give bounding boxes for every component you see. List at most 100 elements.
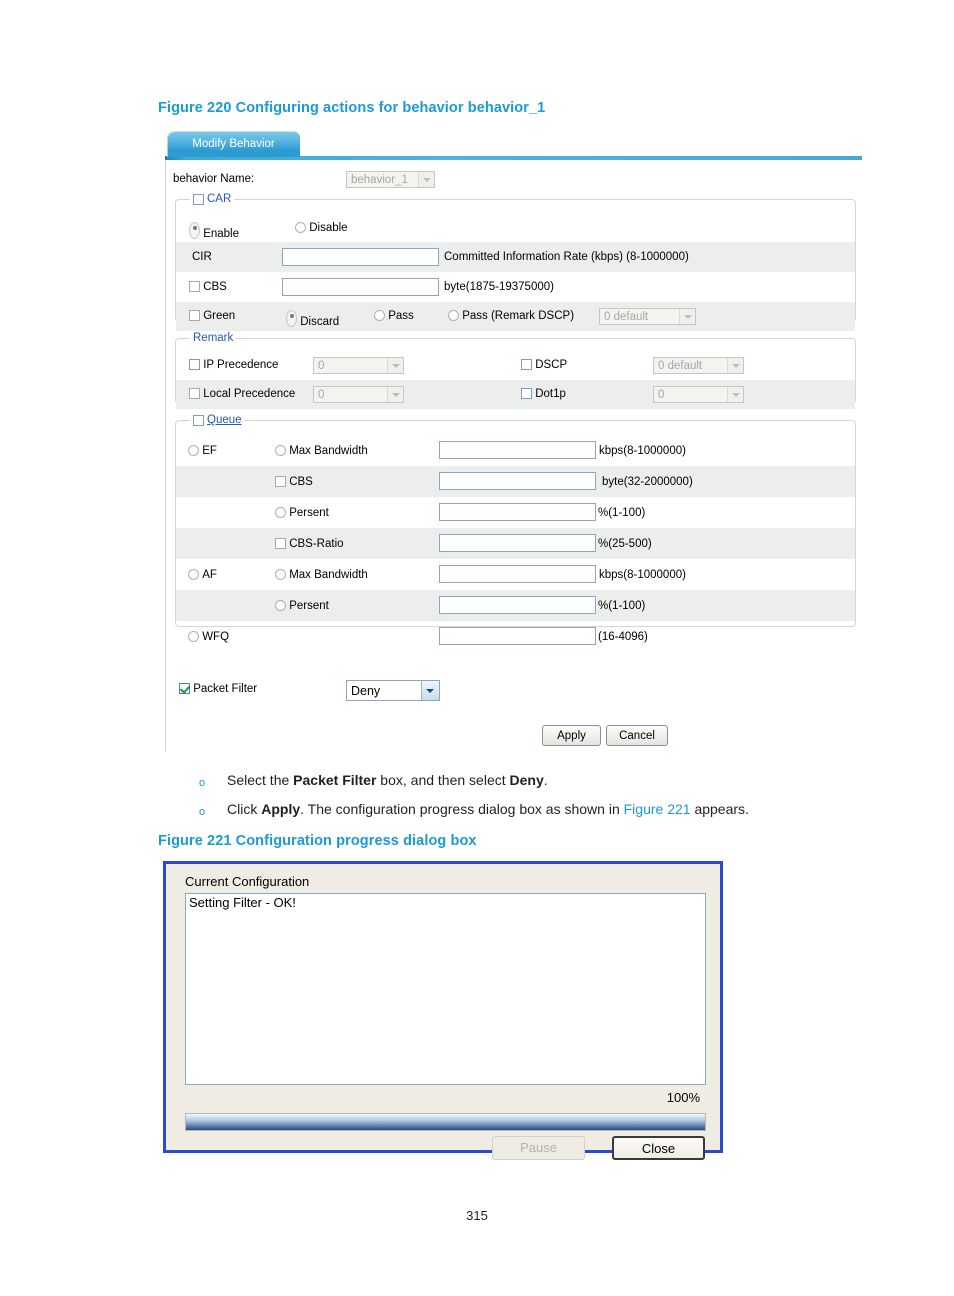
queue-af-maxbw-radio[interactable] [275, 569, 286, 580]
dscp-select[interactable]: 0 default [653, 357, 744, 374]
packet-filter-select[interactable]: Deny [346, 680, 440, 701]
car-disable-label: Disable [309, 222, 348, 234]
progress-percent-label: 100% [666, 1090, 700, 1105]
queue-ef-cbsratio-input[interactable] [439, 534, 596, 552]
queue-ef-persent-radio-wrap[interactable]: Persent [275, 507, 329, 520]
car-discard-label: Discard [300, 316, 340, 328]
figure-221-link[interactable]: Figure 221 [624, 801, 691, 817]
instruction-2-text-2: Apply [261, 801, 301, 817]
remark-legend: Remark [190, 332, 236, 344]
chevron-down-icon [387, 387, 403, 402]
queue-af-persent-radio-wrap[interactable]: Persent [275, 600, 329, 613]
queue-af-maxbw-input[interactable] [439, 565, 596, 583]
packet-filter-checkbox-wrap[interactable]: Packet Filter [179, 683, 257, 696]
queue-wfq-input[interactable] [439, 627, 596, 645]
pause-button[interactable]: Pause [492, 1136, 585, 1160]
car-dscp-select[interactable]: 0 default [599, 308, 696, 325]
queue-ef-cbsratio-checkbox-wrap[interactable]: CBS-Ratio [275, 538, 344, 551]
car-pass-remark-radio[interactable] [448, 310, 459, 321]
chevron-down-icon [679, 309, 695, 324]
local-precedence-checkbox[interactable] [189, 388, 200, 399]
cancel-button[interactable]: Cancel [606, 725, 668, 746]
car-discard-radio[interactable] [286, 310, 297, 327]
car-green-label: Green [203, 310, 236, 322]
queue-ef-maxbw-radio-wrap[interactable]: Max Bandwidth [275, 445, 368, 458]
panel-body: behavior Name: behavior_1 CAR Enable Dis… [165, 160, 862, 751]
queue-af-radio[interactable] [188, 569, 199, 580]
figure-221-caption: Figure 221 Configuration progress dialog… [158, 833, 477, 849]
queue-ef-cbs-input[interactable] [439, 472, 596, 490]
queue-af-maxbw-radio-wrap[interactable]: Max Bandwidth [275, 569, 368, 582]
car-discard-radio-wrap[interactable]: Discard [286, 310, 339, 329]
dialog-title: Current Configuration [185, 874, 310, 889]
tab-modify-behavior[interactable]: Modify Behavior [167, 131, 300, 157]
queue-ef-maxbw-input[interactable] [439, 441, 596, 459]
car-cir-input[interactable] [282, 248, 439, 266]
dot1p-label: Dot1p [535, 388, 566, 400]
queue-ef-label: EF [202, 445, 217, 457]
apply-button[interactable]: Apply [542, 725, 601, 746]
queue-ef-persent-radio[interactable] [275, 507, 286, 518]
remark-fieldset: Remark IP Precedence 0 DSCP 0 default Lo… [175, 332, 856, 409]
car-disable-radio-wrap[interactable]: Disable [295, 222, 348, 235]
close-button[interactable]: Close [612, 1136, 705, 1160]
instruction-2-text-1: Click [227, 801, 262, 817]
car-pass-radio[interactable] [374, 310, 385, 321]
queue-af-radio-wrap[interactable]: AF [188, 569, 217, 582]
chevron-down-icon [387, 358, 403, 373]
bullet-marker-2: o [199, 806, 206, 818]
queue-af-maxbw-row: AF Max Bandwidth kbps(8-1000000) [176, 559, 855, 590]
queue-ef-cbsratio-checkbox[interactable] [275, 538, 286, 549]
queue-ef-cbs-checkbox-wrap[interactable]: CBS [275, 476, 313, 489]
dscp-checkbox[interactable] [521, 359, 532, 370]
car-enable-radio-wrap[interactable]: Enable [189, 222, 239, 241]
queue-ef-persent-hint: %(1-100) [598, 507, 646, 519]
car-pass-radio-wrap[interactable]: Pass [374, 310, 414, 323]
remark-row-2: Local Precedence 0 Dot1p 0 [176, 380, 855, 409]
dot1p-checkbox-wrap[interactable]: Dot1p [521, 388, 566, 401]
car-pass-label: Pass [388, 310, 414, 322]
car-green-checkbox-wrap[interactable]: Green [189, 310, 235, 323]
chevron-down-icon [421, 681, 439, 700]
packet-filter-checkbox[interactable] [179, 683, 190, 694]
dot1p-select[interactable]: 0 [653, 386, 744, 403]
car-checkbox[interactable] [193, 193, 204, 205]
queue-wfq-radio[interactable] [188, 631, 199, 642]
remark-row-1: IP Precedence 0 DSCP 0 default [176, 351, 855, 380]
configuration-log-textarea[interactable]: Setting Filter - OK! [185, 893, 706, 1085]
queue-checkbox[interactable] [193, 414, 204, 426]
ip-precedence-select[interactable]: 0 [313, 357, 404, 374]
queue-wfq-radio-wrap[interactable]: WFQ [188, 631, 229, 644]
queue-ef-radio[interactable] [188, 445, 199, 456]
car-cbs-checkbox-wrap[interactable]: CBS [189, 281, 227, 294]
ip-precedence-checkbox-wrap[interactable]: IP Precedence [189, 359, 278, 372]
car-enable-radio[interactable] [189, 222, 200, 239]
instruction-line-1: Select the Packet Filter box, and then s… [227, 772, 548, 788]
dot1p-checkbox[interactable] [521, 388, 532, 399]
car-cbs-checkbox[interactable] [189, 281, 200, 292]
dot1p-select-value: 0 [658, 389, 665, 401]
car-dscp-select-value: 0 default [604, 311, 649, 323]
car-green-checkbox[interactable] [189, 310, 200, 321]
queue-af-persent-radio[interactable] [275, 600, 286, 611]
car-cbs-input[interactable] [282, 278, 439, 296]
dscp-checkbox-wrap[interactable]: DSCP [521, 359, 567, 372]
behavior-name-select[interactable]: behavior_1 [346, 171, 435, 188]
local-precedence-select[interactable]: 0 [313, 386, 404, 403]
queue-ef-radio-wrap[interactable]: EF [188, 445, 217, 458]
car-disable-radio[interactable] [295, 222, 306, 233]
car-pass-remark-radio-wrap[interactable]: Pass (Remark DSCP) [448, 310, 574, 323]
queue-ef-maxbw-radio[interactable] [275, 445, 286, 456]
queue-af-label: AF [202, 569, 217, 581]
queue-ef-cbs-checkbox[interactable] [275, 476, 286, 487]
car-cir-label: CIR [192, 251, 212, 263]
queue-ef-persent-input[interactable] [439, 503, 596, 521]
queue-af-persent-input[interactable] [439, 596, 596, 614]
queue-ef-cbs-row: CBS byte(32-2000000) [176, 466, 855, 497]
car-legend-label: CAR [207, 193, 232, 205]
tab-strip: Modify Behavior [165, 131, 862, 160]
ip-precedence-checkbox[interactable] [189, 359, 200, 370]
packet-filter-label: Packet Filter [193, 683, 258, 695]
local-precedence-checkbox-wrap[interactable]: Local Precedence [189, 388, 295, 401]
queue-ef-maxbw-row: EF Max Bandwidth kbps(8-1000000) [176, 435, 855, 466]
